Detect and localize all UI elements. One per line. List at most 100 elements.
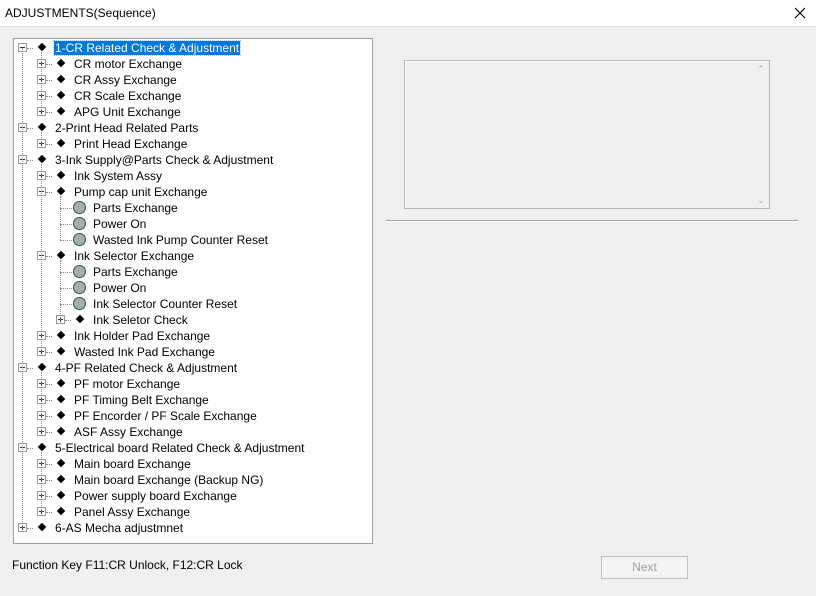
diamond-icon [37, 42, 47, 52]
tree-item-label: Ink System Assy [74, 169, 163, 183]
tree-connector [60, 196, 62, 240]
tree-item[interactable]: Ink Holder Pad Exchange [14, 328, 370, 344]
description-textbox[interactable]: ⌃ ⌄ [404, 60, 770, 209]
tree-item-label: 5-Electrical board Related Check & Adjus… [55, 441, 305, 455]
tree-item[interactable]: PF Timing Belt Exchange [14, 392, 370, 408]
tree-connector [46, 192, 52, 194]
tree-item[interactable]: Pump cap unit Exchange [14, 184, 370, 200]
diamond-icon [56, 138, 66, 148]
tree-item[interactable]: 5-Electrical board Related Check & Adjus… [14, 440, 370, 456]
scroll-up-icon[interactable]: ⌃ [756, 64, 766, 74]
tree-item-label: 1-CR Related Check & Adjustment [52, 40, 242, 56]
tree-connector [46, 176, 52, 178]
diamond-icon [56, 474, 66, 484]
tree-connector [46, 512, 52, 514]
tree-connector [46, 336, 52, 338]
close-button[interactable] [784, 0, 816, 26]
tree-connector [46, 80, 52, 82]
diamond-icon [56, 58, 66, 68]
tree-item-label: Ink Holder Pad Exchange [74, 329, 211, 343]
tree-item[interactable]: 4-PF Related Check & Adjustment [14, 360, 370, 376]
tree-item[interactable]: CR motor Exchange [14, 56, 370, 72]
diamond-icon [56, 330, 66, 340]
diamond-icon [56, 74, 66, 84]
tree-item[interactable]: 1-CR Related Check & Adjustment [14, 40, 370, 56]
close-icon [794, 7, 806, 19]
tree-item[interactable]: Panel Assy Exchange [14, 504, 370, 520]
tree-item[interactable]: 2-Print Head Related Parts [14, 120, 370, 136]
next-button[interactable]: Next [601, 556, 688, 579]
diamond-icon [56, 394, 66, 404]
tree-item-label: Parts Exchange [93, 201, 178, 215]
tree-item[interactable]: Print Head Exchange [14, 136, 370, 152]
tree-connector [60, 240, 72, 242]
adjustment-tree[interactable]: 1-CR Related Check & Adjustment CR motor … [13, 38, 373, 544]
tree-connector [46, 96, 52, 98]
tree-item-label: CR motor Exchange [74, 57, 183, 71]
adjustments-window: ADJUSTMENTS(Sequence) 1-CR Related Check… [0, 0, 816, 596]
diamond-icon [56, 90, 66, 100]
tree-connector [46, 144, 52, 146]
diamond-icon [56, 170, 66, 180]
tree-item[interactable]: Power On [14, 280, 370, 296]
diamond-icon [56, 378, 66, 388]
tree-connector [46, 480, 52, 482]
tree-connector [27, 528, 33, 530]
diamond-icon [56, 506, 66, 516]
scroll-down-icon[interactable]: ⌄ [756, 195, 766, 205]
diamond-icon [56, 106, 66, 116]
tree-item-label: CR Assy Exchange [74, 73, 177, 87]
tree-item-label: Ink Seletor Check [93, 313, 188, 327]
tree-connector [46, 384, 52, 386]
tree-item-label: 4-PF Related Check & Adjustment [55, 361, 238, 375]
tree-item[interactable]: Main board Exchange [14, 456, 370, 472]
circle-icon [73, 297, 86, 310]
tree-item-label: Panel Assy Exchange [74, 505, 191, 519]
tree-connector [60, 260, 62, 320]
tree-item[interactable]: Wasted Ink Pump Counter Reset [14, 232, 370, 248]
circle-icon [73, 217, 86, 230]
tree-item[interactable]: Power On [14, 216, 370, 232]
tree-item-label: Print Head Exchange [74, 137, 188, 151]
tree-item[interactable]: Ink System Assy [14, 168, 370, 184]
tree-item[interactable]: 3-Ink Supply@Parts Check & Adjustment [14, 152, 370, 168]
circle-icon [73, 265, 86, 278]
tree-item-label: Power On [93, 217, 147, 231]
circle-icon [73, 233, 86, 246]
tree-item-label: Ink Selector Exchange [74, 249, 195, 263]
tree-item[interactable]: Parts Exchange [14, 264, 370, 280]
tree-item-label: PF motor Exchange [74, 377, 181, 391]
tree-item[interactable]: CR Assy Exchange [14, 72, 370, 88]
separator-line [386, 220, 798, 222]
tree-item[interactable]: Ink Selector Exchange [14, 248, 370, 264]
tree-item-label: PF Encorder / PF Scale Exchange [74, 409, 257, 423]
diamond-icon [75, 314, 85, 324]
tree-item[interactable]: Wasted Ink Pad Exchange [14, 344, 370, 360]
tree-item-label: Power On [93, 281, 147, 295]
tree-item[interactable]: ASF Assy Exchange [14, 424, 370, 440]
tree-connector [46, 464, 52, 466]
diamond-icon [37, 362, 47, 372]
tree-item-label: Main board Exchange (Backup NG) [74, 473, 264, 487]
title-bar: ADJUSTMENTS(Sequence) [0, 0, 816, 27]
tree-item[interactable]: Parts Exchange [14, 200, 370, 216]
tree-item[interactable]: Power supply board Exchange [14, 488, 370, 504]
tree-item[interactable]: APG Unit Exchange [14, 104, 370, 120]
tree-connector [46, 400, 52, 402]
tree-item[interactable]: Ink Selector Counter Reset [14, 296, 370, 312]
tree-item[interactable]: 6-AS Mecha adjustmnet [14, 520, 370, 536]
tree-connector [27, 368, 33, 370]
diamond-icon [37, 522, 47, 532]
tree-item[interactable]: PF motor Exchange [14, 376, 370, 392]
tree-item-label: 2-Print Head Related Parts [55, 121, 199, 135]
tree-item[interactable]: PF Encorder / PF Scale Exchange [14, 408, 370, 424]
tree-item-label: Ink Selector Counter Reset [93, 297, 238, 311]
tree-connector [41, 372, 43, 432]
diamond-icon [37, 154, 47, 164]
diamond-icon [56, 186, 66, 196]
tree-item-label: 6-AS Mecha adjustmnet [55, 521, 184, 535]
diamond-icon [37, 442, 47, 452]
tree-item[interactable]: CR Scale Exchange [14, 88, 370, 104]
tree-item[interactable]: Main board Exchange (Backup NG) [14, 472, 370, 488]
tree-item[interactable]: Ink Seletor Check [14, 312, 370, 328]
